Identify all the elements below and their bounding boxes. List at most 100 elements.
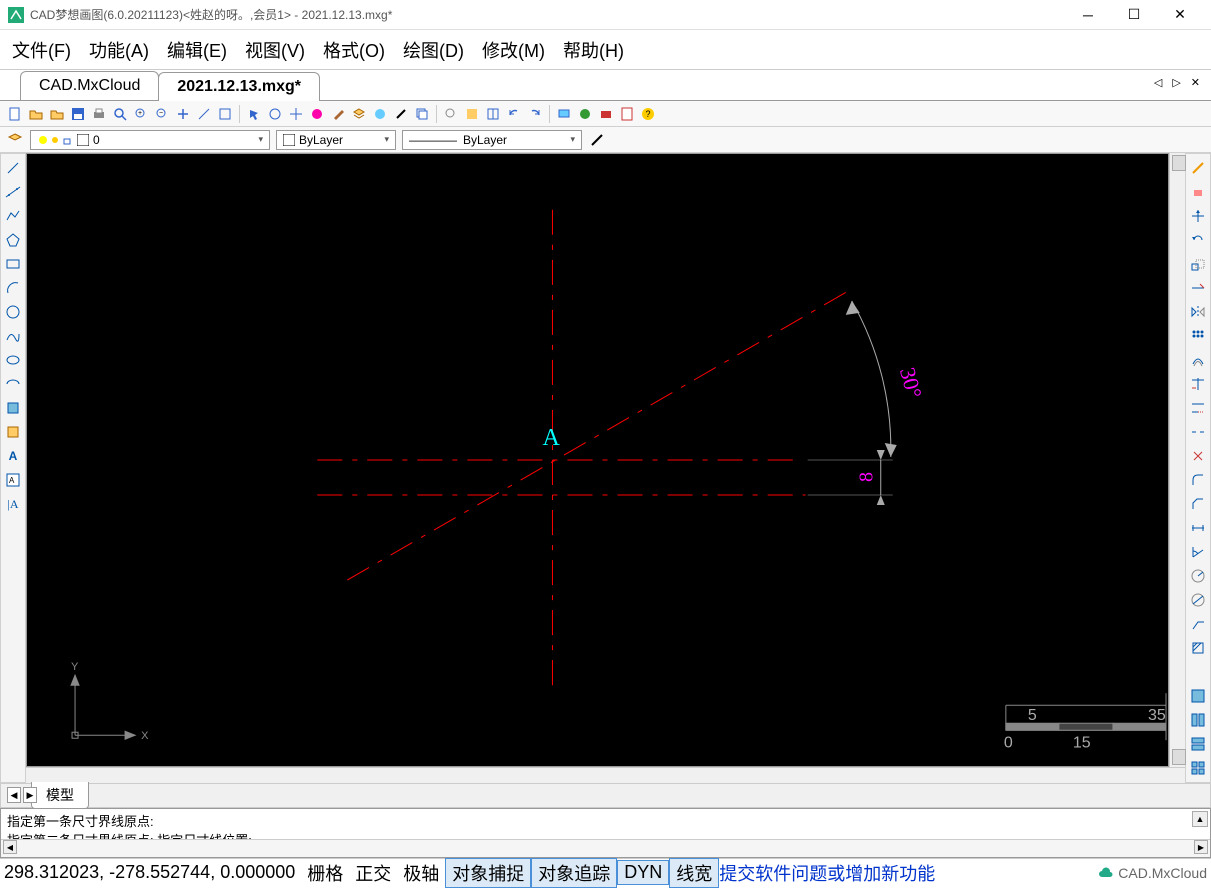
dyn-toggle[interactable]: DYN <box>617 860 669 885</box>
line-icon[interactable] <box>3 158 23 178</box>
insert-block-icon[interactable] <box>3 398 23 418</box>
chamfer-icon[interactable] <box>1188 494 1208 514</box>
dim-diameter-icon[interactable] <box>1188 590 1208 610</box>
regen-icon[interactable] <box>266 105 284 123</box>
mirror-icon[interactable] <box>1188 302 1208 322</box>
crosshair-icon[interactable] <box>287 105 305 123</box>
menu-edit[interactable]: 编辑(E) <box>167 37 227 63</box>
break-icon[interactable] <box>1188 422 1208 442</box>
layers-icon[interactable] <box>350 105 368 123</box>
zoom-out-icon[interactable]: − <box>153 105 171 123</box>
layer-select[interactable]: 0 ▾ <box>30 130 270 150</box>
close-button[interactable]: ✕ <box>1157 0 1203 30</box>
help-icon[interactable]: ? <box>639 105 657 123</box>
tab-next-icon[interactable]: ▷ <box>1169 76 1183 89</box>
arc-icon[interactable] <box>3 278 23 298</box>
menu-help[interactable]: 帮助(H) <box>563 37 624 63</box>
win-tile3-icon[interactable] <box>1188 734 1208 754</box>
edit-icon[interactable] <box>1188 158 1208 178</box>
measure-icon[interactable] <box>195 105 213 123</box>
camera-icon[interactable] <box>597 105 615 123</box>
redo-icon[interactable] <box>526 105 544 123</box>
cmd-scroll-up-icon[interactable]: ▲ <box>1192 811 1208 827</box>
new-icon[interactable] <box>6 105 24 123</box>
text-icon[interactable]: A <box>3 446 23 466</box>
dim-radius-icon[interactable] <box>1188 566 1208 586</box>
hatch-icon[interactable] <box>1188 638 1208 658</box>
erase-icon[interactable] <box>1188 182 1208 202</box>
minimize-button[interactable]: ─ <box>1065 0 1111 30</box>
undo-icon[interactable] <box>505 105 523 123</box>
polygon-icon[interactable] <box>3 230 23 250</box>
polyline-icon[interactable] <box>3 206 23 226</box>
mtext-icon[interactable]: A <box>3 470 23 490</box>
drawing-canvas[interactable]: A 30° 8 <box>26 153 1169 767</box>
globe-icon[interactable] <box>576 105 594 123</box>
color-select[interactable]: ByLayer ▾ <box>276 130 396 150</box>
monitor-icon[interactable] <box>555 105 573 123</box>
match-prop-icon[interactable] <box>588 131 606 149</box>
cmd-scroll-left-icon[interactable]: ◀ <box>3 840 17 854</box>
ortho-toggle[interactable]: 正交 <box>349 859 397 887</box>
print-icon[interactable] <box>90 105 108 123</box>
otrack-toggle[interactable]: 对象追踪 <box>531 858 617 888</box>
linetype-select[interactable]: ———— ByLayer ▾ <box>402 130 582 150</box>
maximize-button[interactable]: ☐ <box>1111 0 1157 30</box>
zoom-in-icon[interactable]: + <box>132 105 150 123</box>
highlight-icon[interactable] <box>392 105 410 123</box>
menu-draw[interactable]: 绘图(D) <box>403 37 464 63</box>
xline-icon[interactable] <box>3 182 23 202</box>
tab-current[interactable]: 2021.12.13.mxg* <box>158 72 320 101</box>
menu-function[interactable]: 功能(A) <box>89 37 149 63</box>
dim-angular-icon[interactable] <box>1188 542 1208 562</box>
horizontal-scrollbar[interactable] <box>26 767 1185 783</box>
tab-model[interactable]: 模型 <box>31 782 89 809</box>
dtext-icon[interactable]: |A <box>3 494 23 514</box>
rectangle-icon[interactable] <box>3 254 23 274</box>
feedback-link[interactable]: 提交软件问题或增加新功能 <box>719 860 935 886</box>
layer-manager-icon[interactable] <box>6 131 24 149</box>
spline-icon[interactable] <box>3 326 23 346</box>
stretch-icon[interactable] <box>1188 278 1208 298</box>
ellipse-icon[interactable] <box>3 350 23 370</box>
make-block-icon[interactable] <box>3 422 23 442</box>
find-icon[interactable] <box>442 105 460 123</box>
tab-prev-icon[interactable]: ◁ <box>1151 76 1165 89</box>
open-icon[interactable] <box>27 105 45 123</box>
trim-icon[interactable] <box>1188 374 1208 394</box>
extend-icon[interactable] <box>1188 398 1208 418</box>
table-icon[interactable] <box>484 105 502 123</box>
select-icon[interactable] <box>245 105 263 123</box>
command-history[interactable]: 指定第一条尺寸界线原点: 指定第二条尺寸界线原点: 指定尺寸线位置: <box>1 809 1210 839</box>
pan-icon[interactable] <box>174 105 192 123</box>
pdf-icon[interactable] <box>618 105 636 123</box>
menu-modify[interactable]: 修改(M) <box>482 37 545 63</box>
menu-view[interactable]: 视图(V) <box>245 37 305 63</box>
osnap-toggle[interactable]: 对象捕捉 <box>445 858 531 888</box>
brush-icon[interactable] <box>329 105 347 123</box>
open-cloud-icon[interactable] <box>48 105 66 123</box>
leader-icon[interactable] <box>1188 614 1208 634</box>
circle-icon[interactable] <box>3 302 23 322</box>
tab-close-icon[interactable]: ✕ <box>1188 76 1203 89</box>
lineweight-toggle[interactable]: 线宽 <box>669 858 719 888</box>
polar-toggle[interactable]: 极轴 <box>397 859 445 887</box>
tab-cloud[interactable]: CAD.MxCloud <box>20 71 159 100</box>
explode-icon[interactable] <box>1188 446 1208 466</box>
menu-format[interactable]: 格式(O) <box>323 37 385 63</box>
win-tile4-icon[interactable] <box>1188 758 1208 778</box>
copy-icon[interactable] <box>413 105 431 123</box>
move-icon[interactable] <box>1188 206 1208 226</box>
menu-file[interactable]: 文件(F) <box>12 37 71 63</box>
fillet-icon[interactable] <box>1188 470 1208 490</box>
cmd-scroll-right-icon[interactable]: ▶ <box>1194 840 1208 854</box>
win-tile1-icon[interactable] <box>1188 686 1208 706</box>
win-tile2-icon[interactable] <box>1188 710 1208 730</box>
scale-icon[interactable] <box>1188 254 1208 274</box>
grid-toggle[interactable]: 栅格 <box>301 859 349 887</box>
zoom-icon[interactable] <box>111 105 129 123</box>
ellipse-arc-icon[interactable] <box>3 374 23 394</box>
dim-icon[interactable] <box>1188 518 1208 538</box>
offset-icon[interactable] <box>1188 350 1208 370</box>
tab-scroll-left-icon[interactable]: ◀ <box>7 787 21 803</box>
